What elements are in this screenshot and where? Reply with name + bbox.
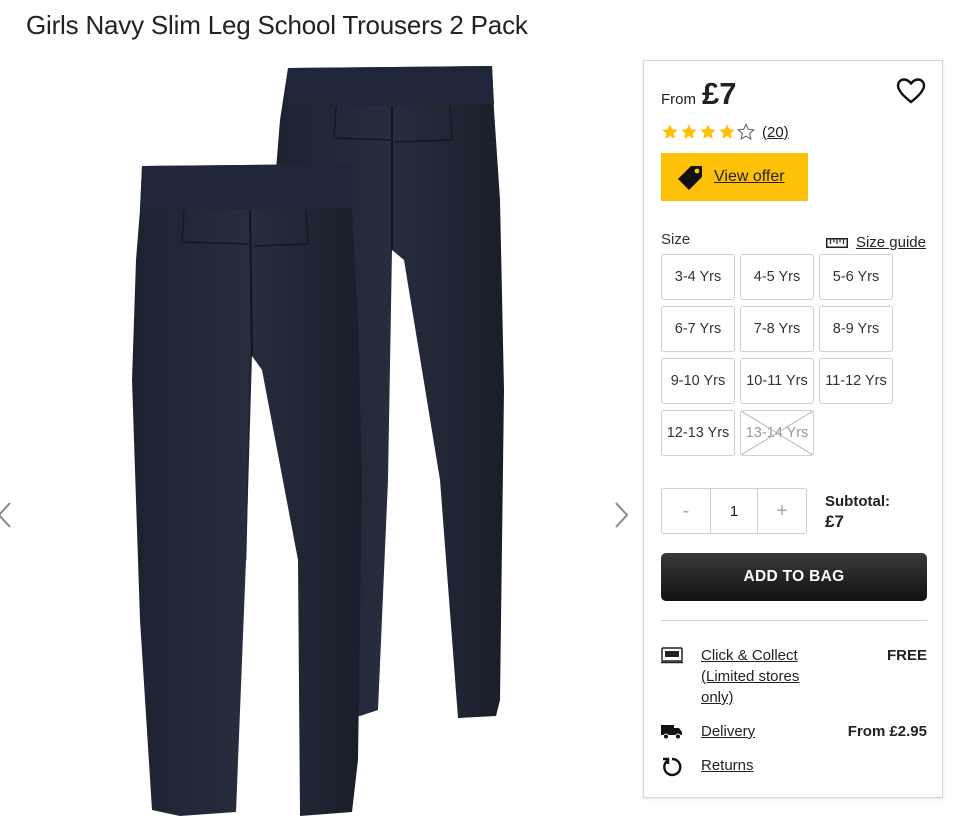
delivery-row: Delivery From £2.95: [661, 721, 927, 742]
size-option[interactable]: 4-5 Yrs: [740, 254, 814, 300]
purchase-panel: From £7 (20) View offer Size Size guide …: [643, 60, 943, 798]
click-collect-row: Click & Collect (Limited stores only) FR…: [661, 645, 927, 708]
subtotal: Subtotal: £7: [825, 493, 890, 532]
size-option[interactable]: 8-9 Yrs: [819, 306, 893, 352]
quantity-decrease-button[interactable]: -: [662, 489, 710, 533]
delivery-price: From £2.95: [847, 723, 927, 740]
view-offer-label: View offer: [714, 168, 785, 185]
chevron-left-icon[interactable]: [0, 500, 16, 530]
size-option[interactable]: 5-6 Yrs: [819, 254, 893, 300]
star-rating: [661, 123, 755, 141]
size-guide-label: Size guide: [855, 234, 926, 251]
ruler-icon: [825, 237, 848, 248]
product-title: Girls Navy Slim Leg School Trousers 2 Pa…: [26, 10, 528, 40]
view-offer-button[interactable]: View offer: [661, 153, 808, 201]
quantity-stepper: - +: [661, 488, 807, 534]
size-option[interactable]: 3-4 Yrs: [661, 254, 735, 300]
price-tag-icon: [678, 166, 702, 190]
delivery-truck-icon: [661, 725, 682, 740]
rating: (20): [661, 123, 789, 141]
click-collect-price: FREE: [886, 647, 927, 664]
size-option[interactable]: 12-13 Yrs: [661, 410, 735, 456]
size-label: Size: [661, 231, 691, 248]
click-collect-link[interactable]: Click & Collect (Limited stores only): [701, 645, 811, 708]
price-from-label: From: [661, 91, 696, 108]
star-full-icon: [700, 124, 716, 139]
returns-icon: [663, 757, 682, 777]
size-option[interactable]: 7-8 Yrs: [740, 306, 814, 352]
price: From £7: [661, 76, 736, 112]
product-image: [132, 66, 504, 816]
star-full-icon: [662, 124, 678, 139]
returns-link[interactable]: Returns: [701, 755, 811, 778]
size-option[interactable]: 11-12 Yrs: [819, 358, 893, 404]
unavailable-cross-icon: [741, 411, 813, 455]
size-guide-link[interactable]: Size guide: [825, 234, 926, 251]
size-options: 3-4 Yrs 4-5 Yrs 5-6 Yrs 6-7 Yrs 7-8 Yrs …: [661, 254, 893, 456]
price-value: £7: [702, 76, 737, 111]
click-collect-icon: [661, 647, 683, 664]
star-empty-icon: [737, 123, 755, 141]
product-image-gallery: [0, 60, 640, 829]
star-full-icon: [681, 124, 697, 139]
star-full-icon: [719, 124, 735, 139]
review-count-link[interactable]: (20): [762, 124, 789, 141]
size-option[interactable]: 6-7 Yrs: [661, 306, 735, 352]
size-option[interactable]: 10-11 Yrs: [740, 358, 814, 404]
size-option-unavailable[interactable]: 13-14 Yrs: [740, 410, 814, 456]
subtotal-value: £7: [825, 512, 844, 531]
wishlist-heart-icon[interactable]: [896, 77, 926, 105]
add-to-bag-button[interactable]: ADD TO BAG: [661, 553, 927, 601]
subtotal-label: Subtotal:: [825, 493, 890, 510]
chevron-right-icon[interactable]: [610, 500, 632, 530]
divider: [661, 620, 927, 621]
returns-row: Returns: [661, 755, 927, 778]
quantity-increase-button[interactable]: +: [758, 489, 806, 533]
size-option[interactable]: 9-10 Yrs: [661, 358, 735, 404]
delivery-link[interactable]: Delivery: [701, 721, 811, 742]
quantity-input[interactable]: [710, 489, 758, 533]
